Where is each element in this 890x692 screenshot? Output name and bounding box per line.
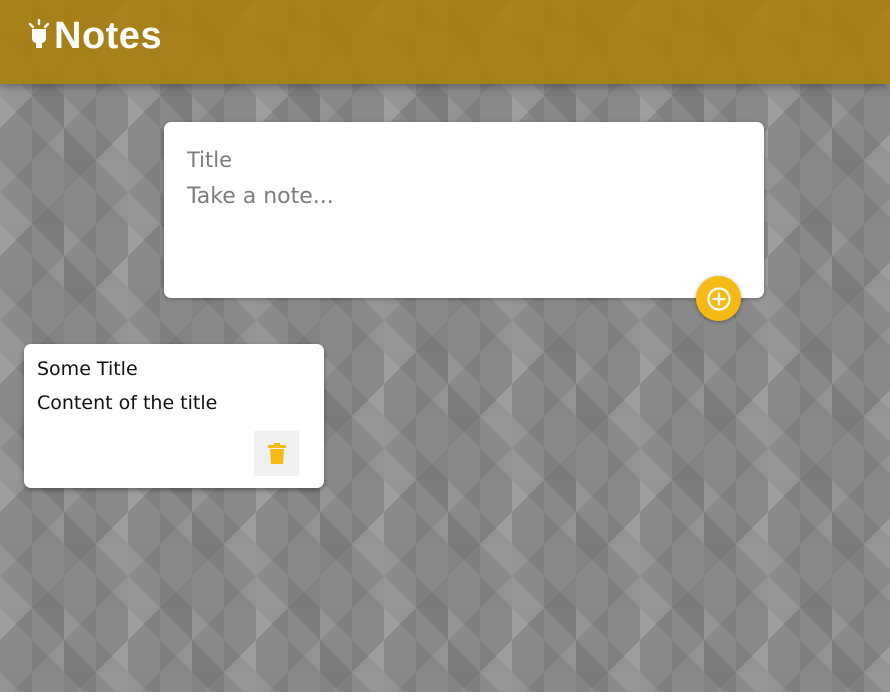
delete-note-button[interactable] (254, 431, 299, 476)
create-note-form (164, 122, 764, 298)
app-header: Notes (0, 0, 890, 84)
app-title: Notes (54, 15, 163, 57)
add-note-button[interactable] (696, 276, 741, 321)
note-title: Some Title (37, 358, 138, 380)
app-brand: Notes (28, 16, 162, 56)
trash-icon (267, 442, 286, 464)
note-content: Content of the title (37, 392, 218, 414)
note-content-input[interactable] (187, 184, 737, 274)
plus-circle-icon (706, 286, 731, 311)
lightbulb-icon (28, 19, 50, 48)
note-card: Some Title Content of the title (24, 344, 324, 488)
note-title-input[interactable] (187, 146, 737, 174)
